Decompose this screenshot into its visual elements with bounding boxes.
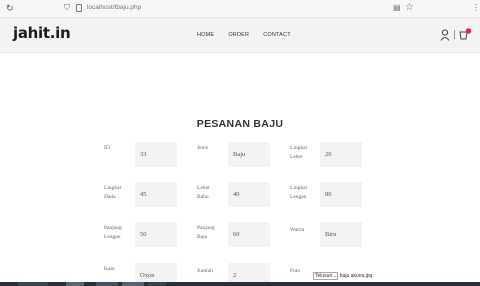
site-header: jahit.in HOME ORDER CONTACT xyxy=(0,18,480,53)
label-jumlah: Jumlah xyxy=(197,268,213,274)
page-title: PESANAN BAJU xyxy=(196,118,284,130)
shield-icon[interactable]: ⛉ xyxy=(64,3,70,13)
id-field[interactable]: 33 xyxy=(135,142,177,167)
panjang-lengan-field[interactable]: 50 xyxy=(135,222,177,247)
address-bar[interactable]: localhost/tbaju.php xyxy=(87,4,141,11)
label-lingkar-leher: Lingkar Leher xyxy=(290,145,308,160)
browse-button[interactable]: Telusuri... xyxy=(313,272,339,280)
label-panjang-lengan: Panjang Lengan xyxy=(104,225,122,240)
label-id: ID xyxy=(104,145,110,151)
taskbar-item[interactable] xyxy=(122,282,144,286)
jenis-field[interactable]: Baju xyxy=(228,142,270,167)
cart-icon[interactable] xyxy=(459,28,472,41)
taskbar-item[interactable] xyxy=(96,282,118,286)
file-input[interactable]: Telusuri... baju akuna.jpg xyxy=(313,272,373,280)
main-nav: HOME ORDER CONTACT xyxy=(197,32,291,38)
reader-view-icon[interactable]: ▤ xyxy=(393,3,401,12)
label-lingkar-dada: Lingkar Dada xyxy=(104,185,122,200)
user-icon[interactable] xyxy=(440,29,450,41)
lebar-bahu-field[interactable]: 40 xyxy=(228,182,270,207)
label-warna: Warna xyxy=(290,227,305,233)
label-lebar-bahu: Lebar Bahu xyxy=(197,185,210,200)
taskbar-item[interactable] xyxy=(66,282,84,286)
label-lingkar-lengan: Lingkar Lengan xyxy=(290,185,308,200)
taskbar-item[interactable] xyxy=(148,282,166,286)
bookmark-star-icon[interactable]: ☆ xyxy=(405,2,414,13)
warna-field[interactable]: Biru xyxy=(320,222,362,247)
nav-home[interactable]: HOME xyxy=(197,32,214,38)
cart-badge xyxy=(465,28,472,34)
label-kain: Kain xyxy=(104,266,115,272)
header-divider xyxy=(454,30,455,39)
panjang-baju-field[interactable]: 60 xyxy=(228,222,270,247)
lingkar-dada-field[interactable]: 45 xyxy=(135,182,177,207)
more-icon[interactable]: ⋮ xyxy=(472,3,480,12)
browser-toolbar: ↻ ⛉ localhost/tbaju.php ▤ ☆ ⋮ xyxy=(0,0,480,18)
taskbar-item[interactable] xyxy=(18,282,48,286)
label-foto: Foto xyxy=(290,268,301,274)
nav-contact[interactable]: CONTACT xyxy=(263,32,291,38)
reload-icon[interactable]: ↻ xyxy=(6,3,14,14)
file-name: baju akuna.jpg xyxy=(339,273,373,279)
label-jenis: Jenis xyxy=(197,145,208,151)
lingkar-lengan-field[interactable]: 80 xyxy=(320,182,362,207)
label-panjang-baju: Panjang Baju xyxy=(197,225,215,240)
lingkar-leher-field[interactable]: 20 xyxy=(320,142,362,167)
page-icon xyxy=(76,4,82,12)
site-logo[interactable]: jahit.in xyxy=(13,24,71,42)
nav-order[interactable]: ORDER xyxy=(228,32,249,38)
